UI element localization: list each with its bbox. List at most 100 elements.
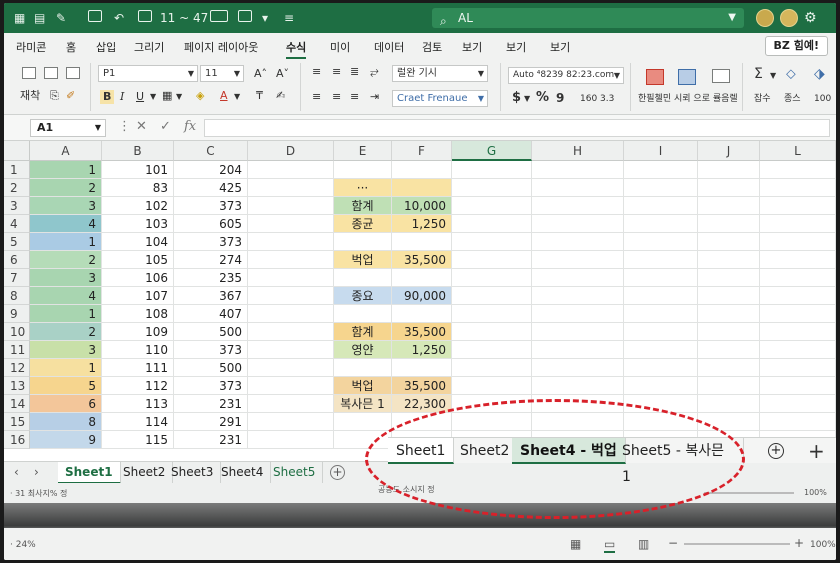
tab-draw[interactable]: 그리기 <box>134 39 164 55</box>
cell[interactable] <box>760 233 836 251</box>
function-icon[interactable]: fx <box>184 119 196 134</box>
row-header-2[interactable]: 2 <box>4 179 30 197</box>
cell[interactable] <box>452 305 532 323</box>
cell-b10[interactable]: 109 <box>102 323 174 341</box>
cell-e11[interactable]: 영얀 <box>334 341 392 359</box>
cell-b7[interactable]: 106 <box>102 269 174 287</box>
row-header-9[interactable]: 9 <box>4 305 30 323</box>
cell-c6[interactable]: 274 <box>174 251 248 269</box>
cell[interactable] <box>532 377 624 395</box>
row-header-12[interactable]: 12 <box>4 359 30 377</box>
column-header-i[interactable]: I <box>624 141 698 161</box>
cell-f6[interactable]: 35,500 <box>392 251 452 269</box>
cell[interactable] <box>248 377 334 395</box>
sheet-tab-3[interactable]: Sheet3 <box>164 462 222 484</box>
column-header-j[interactable]: J <box>698 141 760 161</box>
cell[interactable] <box>248 431 334 449</box>
cell-b4[interactable]: 103 <box>102 215 174 233</box>
cell[interactable] <box>532 341 624 359</box>
cell[interactable] <box>532 287 624 305</box>
row-header-4[interactable]: 4 <box>4 215 30 233</box>
copy-icon[interactable] <box>44 67 58 79</box>
tab-file[interactable]: 라미콘 <box>16 39 46 55</box>
cell[interactable] <box>452 179 532 197</box>
cell[interactable] <box>760 161 836 179</box>
undo-history-icon[interactable]: ▤ <box>34 9 45 27</box>
cell[interactable] <box>334 359 392 377</box>
cell[interactable] <box>248 359 334 377</box>
cell-c14[interactable]: 231 <box>174 395 248 413</box>
cell-c4[interactable]: 605 <box>174 215 248 233</box>
autosave-icon[interactable]: ▦ <box>14 9 25 27</box>
cell-a15[interactable]: 8 <box>30 413 102 431</box>
cell[interactable] <box>760 377 836 395</box>
cell-b3[interactable]: 102 <box>102 197 174 215</box>
comma-button[interactable]: 9 <box>556 91 564 105</box>
cell-b15[interactable]: 114 <box>102 413 174 431</box>
chevron-down-icon[interactable]: ▼ <box>524 92 530 106</box>
cell[interactable] <box>760 251 836 269</box>
page-break-view-icon[interactable]: ▥ <box>638 537 649 551</box>
cell[interactable] <box>624 161 698 179</box>
cell[interactable] <box>760 269 836 287</box>
cell[interactable] <box>334 413 392 431</box>
format-as-table-icon[interactable] <box>678 69 696 85</box>
increase-font-icon[interactable]: A˄ <box>254 67 267 81</box>
cell[interactable] <box>452 359 532 377</box>
paste-icon[interactable] <box>22 67 36 79</box>
cell[interactable] <box>334 233 392 251</box>
cell[interactable] <box>452 161 532 179</box>
cell-b8[interactable]: 107 <box>102 287 174 305</box>
cell[interactable] <box>760 359 836 377</box>
cell[interactable] <box>624 197 698 215</box>
row-header-5[interactable]: 5 <box>4 233 30 251</box>
cell-a5[interactable]: 1 <box>30 233 102 251</box>
font-size-select[interactable]: 11 ▼ <box>200 65 244 82</box>
screen-icon[interactable] <box>138 9 152 27</box>
cell[interactable] <box>532 179 624 197</box>
cell-e4[interactable]: 종균 <box>334 215 392 233</box>
indent-icon[interactable]: ⇥ <box>370 90 379 104</box>
cell[interactable] <box>760 197 836 215</box>
clear-format-icon[interactable]: ✍ <box>276 89 285 103</box>
toggle-icon[interactable] <box>210 9 228 27</box>
sheet-tab-5[interactable]: Sheet5 <box>266 462 324 484</box>
cell-f4[interactable]: 1,250 <box>392 215 452 233</box>
cell-b12[interactable]: 111 <box>102 359 174 377</box>
cell[interactable] <box>624 179 698 197</box>
cell[interactable] <box>248 323 334 341</box>
prev-sheet-icon[interactable]: ‹ <box>14 465 19 479</box>
cell-b11[interactable]: 110 <box>102 341 174 359</box>
cell-e8[interactable]: 종요 <box>334 287 392 305</box>
select-all-corner[interactable] <box>4 141 30 161</box>
number-format-select[interactable]: Auto ⁴8239 82:23.com ▼ <box>508 67 624 84</box>
sheet-tab-4[interactable]: Sheet4 <box>214 462 272 484</box>
orientation-icon[interactable]: ⥂ <box>370 65 379 79</box>
cell[interactable] <box>698 197 760 215</box>
cell[interactable] <box>698 341 760 359</box>
brush-icon[interactable]: ✐ <box>66 89 75 103</box>
sheet-tab-1[interactable]: Sheet1 <box>58 462 121 484</box>
cell-f3[interactable]: 10,000 <box>392 197 452 215</box>
cell[interactable] <box>624 215 698 233</box>
cell-b2[interactable]: 83 <box>102 179 174 197</box>
row-header-8[interactable]: 8 <box>4 287 30 305</box>
cell[interactable] <box>532 197 624 215</box>
bold-button[interactable]: B <box>100 90 115 104</box>
cell-a2[interactable]: 2 <box>30 179 102 197</box>
cell-a12[interactable]: 1 <box>30 359 102 377</box>
cell-f8[interactable]: 90,000 <box>392 287 452 305</box>
cell[interactable] <box>698 305 760 323</box>
cell[interactable] <box>698 161 760 179</box>
cell-e2[interactable]: ··· <box>334 179 392 197</box>
search-input[interactable]: ⌕ AL ▼ <box>432 8 744 28</box>
column-header-g[interactable]: G <box>452 141 532 161</box>
format-label[interactable]: 100 <box>814 92 831 106</box>
zoomed-tab-sheet2[interactable]: Sheet2 <box>452 438 519 464</box>
cell[interactable] <box>248 179 334 197</box>
column-header-c[interactable]: C <box>174 141 248 161</box>
cell-a16[interactable]: 9 <box>30 431 102 449</box>
cell[interactable] <box>248 215 334 233</box>
align-center-icon[interactable]: ≡ <box>332 90 341 104</box>
row-header-13[interactable]: 13 <box>4 377 30 395</box>
